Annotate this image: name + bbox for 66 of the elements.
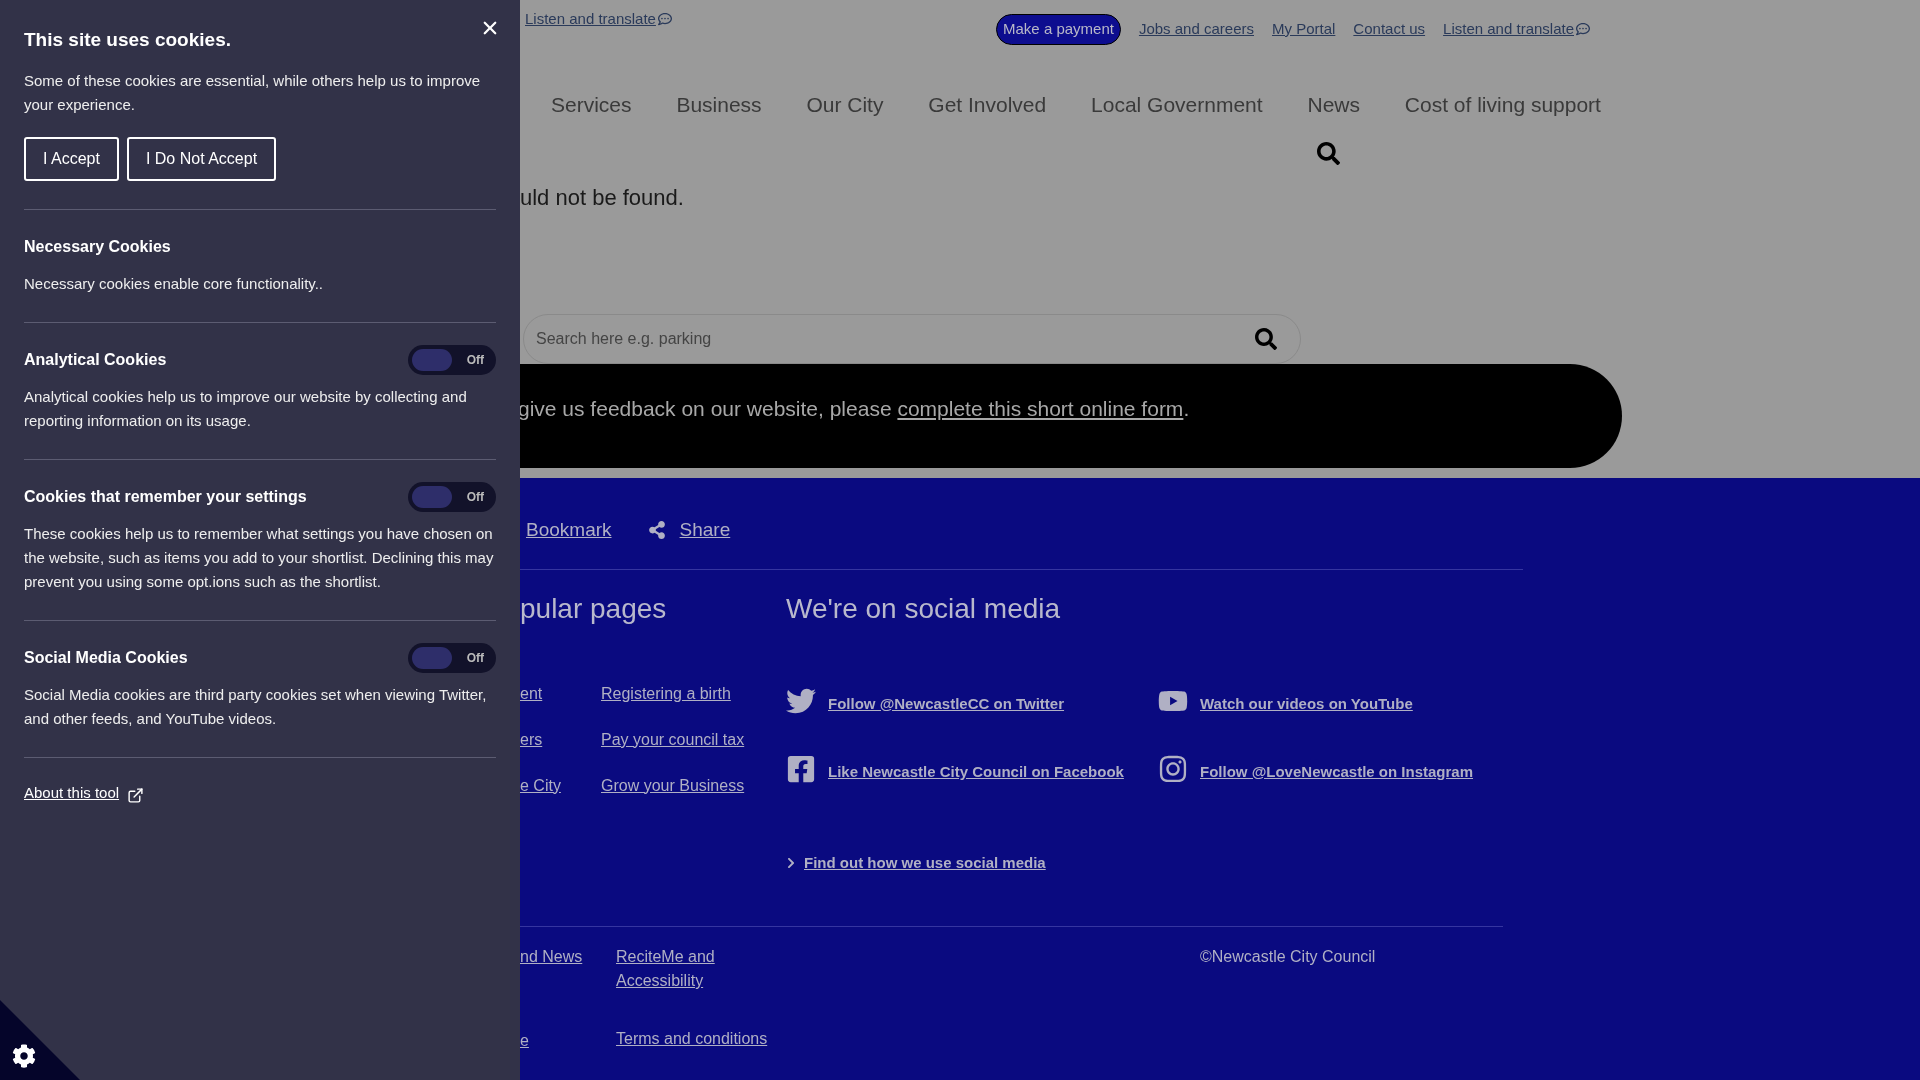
- social-media-link[interactable]: Follow @NewcastleCC on Twitter: [786, 685, 1158, 716]
- popular-page-link[interactable]: Registering a birth: [601, 681, 745, 706]
- intro-text: Some of these cookies are essential, while others help us to improve your experience.: [24, 70, 482, 115]
- nav-link[interactable]: Our City: [806, 88, 884, 120]
- section-description: Social Media cookies are third party cookies set when viewing Twitter, and other feeds, and YouTube videos.: [24, 684, 488, 729]
- footer-link[interactable]: Terms and conditions: [616, 1027, 776, 1051]
- decline-button[interactable]: I Do Not Accept: [126, 136, 277, 181]
- chevron-right-icon: [786, 856, 796, 869]
- speech-bubble-icon: [1576, 22, 1590, 37]
- translate-link[interactable]: Listen and translate: [1443, 18, 1590, 41]
- nav-link[interactable]: Get Involved: [928, 88, 1047, 120]
- header-link[interactable]: My Portal: [1272, 18, 1336, 41]
- social-media-info-link[interactable]: Find out how we use social media: [786, 851, 1474, 874]
- toggle-switch[interactable]: Off: [408, 344, 496, 375]
- header-link[interactable]: Contact us: [1353, 18, 1426, 41]
- footer-link[interactable]: e: [520, 1029, 616, 1053]
- social-media-link[interactable]: Like Newcastle City Council on Facebook: [786, 753, 1158, 784]
- nav-link[interactable]: Local Government: [1091, 88, 1263, 120]
- translate-link[interactable]: Listen and translate: [525, 8, 672, 31]
- toggle-label: Off: [466, 649, 484, 667]
- section-heading: Social Media Cookies: [24, 647, 188, 668]
- error-message: uld not be found.: [520, 184, 685, 212]
- toggle-switch[interactable]: Off: [408, 481, 496, 512]
- section-description: Necessary cookies enable core functionality..: [24, 273, 325, 294]
- feedback-form-link[interactable]: complete this short online form: [897, 397, 1184, 421]
- popular-page-link[interactable]: e City: [520, 773, 601, 798]
- section-heading: Cookies that remember your settings: [24, 486, 307, 507]
- nav-link[interactable]: Cost of living support: [1404, 88, 1601, 120]
- section-heading: Analytical Cookies: [24, 349, 167, 370]
- bookmark-link[interactable]: Bookmark: [526, 516, 612, 545]
- feedback-text: give us feedback on our website, please complete this short online form.: [518, 396, 1190, 423]
- section-heading: pular pages: [520, 591, 668, 626]
- gear-icon: [12, 1044, 36, 1068]
- panel-title: This site uses cookies.: [24, 28, 232, 52]
- toggle-label: Off: [466, 488, 484, 506]
- nav-link[interactable]: Services: [551, 88, 632, 120]
- footer-link[interactable]: nd News: [520, 945, 616, 969]
- toggle-label: Off: [466, 351, 484, 369]
- payment-button[interactable]: Make a payment: [996, 14, 1121, 45]
- letter-f-icon: [786, 753, 816, 784]
- section-description: These cookies help us to remember what settings you have chosen on the website, such as items you add to your shortlist. Declining this may prevent you using some opt.ions such as the shortlist.: [24, 523, 495, 592]
- header-link[interactable]: Jobs and careers: [1138, 18, 1254, 41]
- share-icon: [647, 521, 666, 540]
- social-media-link[interactable]: Watch our videos on YouTube: [1158, 685, 1474, 716]
- section-heading: Necessary Cookies: [24, 236, 171, 257]
- share-link[interactable]: Share: [647, 516, 731, 545]
- search-icon[interactable]: [1255, 328, 1277, 350]
- popular-page-link[interactable]: ers: [520, 727, 601, 752]
- popular-page-link[interactable]: ent: [520, 681, 601, 706]
- section-heading: We're on social media: [786, 591, 1062, 626]
- section-description: Analytical cookies help us to improve our website by collecting and reporting information on its usage.: [24, 386, 468, 431]
- nav-link[interactable]: Business: [676, 88, 762, 120]
- footer-link[interactable]: ReciteMe and Accessibility: [616, 945, 776, 993]
- search-field[interactable]: Search here e.g. parking: [523, 314, 1301, 364]
- about-tool-link[interactable]: About this tool: [24, 781, 120, 804]
- speech-bubble-icon: [657, 12, 672, 27]
- popular-page-link[interactable]: Pay your council tax: [601, 727, 745, 752]
- accept-button[interactable]: I Accept: [24, 136, 119, 181]
- copyright-text: ©Newcastle City Council: [1200, 947, 1376, 967]
- popular-page-link[interactable]: Grow your Business: [601, 773, 745, 798]
- search-icon[interactable]: [1317, 142, 1340, 165]
- social-media-link[interactable]: Follow @LoveNewcastle on Instagram: [1158, 753, 1474, 784]
- nav-link[interactable]: News: [1307, 88, 1360, 120]
- toggle-switch[interactable]: Off: [408, 642, 496, 673]
- external-link-icon: [127, 787, 145, 804]
- camera-icon: [1158, 753, 1188, 784]
